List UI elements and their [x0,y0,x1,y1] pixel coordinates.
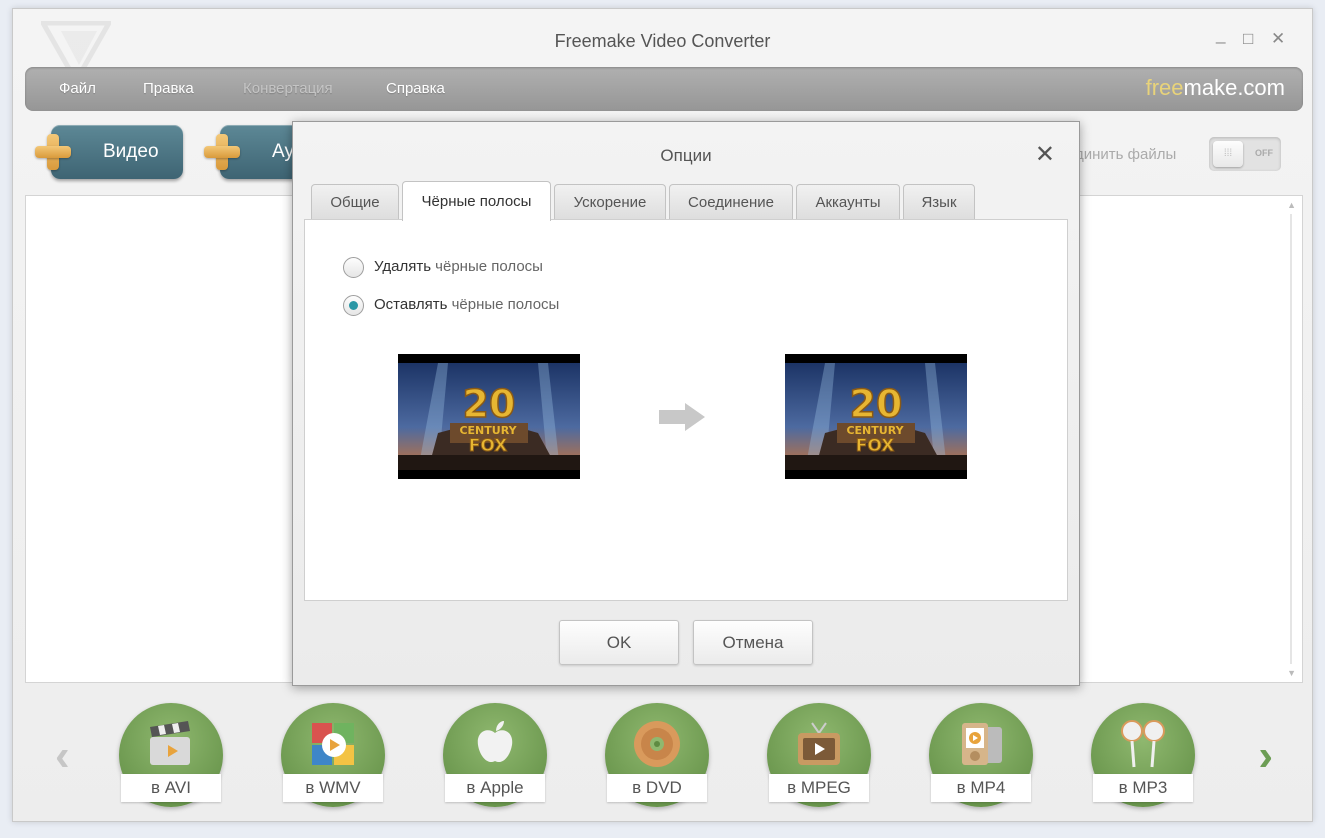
dialog-close-icon[interactable]: ✕ [1035,140,1055,169]
modal-overlay: Опции ✕ Общие Чёрные полосы Ускорение Со… [0,0,1325,838]
cancel-button[interactable]: Отмена [693,620,813,665]
remove-bars-verb: Удалять [374,258,432,275]
tab-language[interactable]: Язык [903,184,975,220]
keep-bars-rest: чёрные полосы [447,296,560,313]
tab-accounts[interactable]: Аккаунты [796,184,900,220]
preview-before-image: 20 CENTURY FOX [398,354,580,479]
svg-text:FOX: FOX [856,436,895,456]
options-dialog: Опции ✕ Общие Чёрные полосы Ускорение Со… [292,121,1080,686]
preview-after-image: 20 CENTURY FOX [785,354,967,479]
studio-logo-scene-icon: 20 CENTURY FOX [398,363,580,470]
black-bars-panel: Удалять чёрные полосы Оставлять чёрные п… [304,219,1068,601]
svg-text:FOX: FOX [469,436,508,456]
dialog-title: Опции [660,146,712,165]
tab-general[interactable]: Общие [311,184,399,220]
remove-bars-rest: чёрные полосы [431,258,543,275]
remove-bars-radio[interactable] [343,257,364,278]
svg-text:20: 20 [850,382,903,426]
keep-bars-label: Оставлять чёрные полосы [374,296,559,313]
studio-logo-scene-icon: 20 CENTURY FOX [785,363,967,470]
ok-button[interactable]: OK [559,620,679,665]
svg-text:20: 20 [463,382,516,426]
tab-connection[interactable]: Соединение [669,184,793,220]
keep-bars-verb: Оставлять [374,296,448,313]
arrow-right-icon [659,403,705,431]
tab-acceleration[interactable]: Ускорение [554,184,666,220]
keep-bars-radio[interactable] [343,295,364,316]
tab-black-bars[interactable]: Чёрные полосы [402,181,551,221]
remove-bars-label: Удалять чёрные полосы [374,258,543,275]
